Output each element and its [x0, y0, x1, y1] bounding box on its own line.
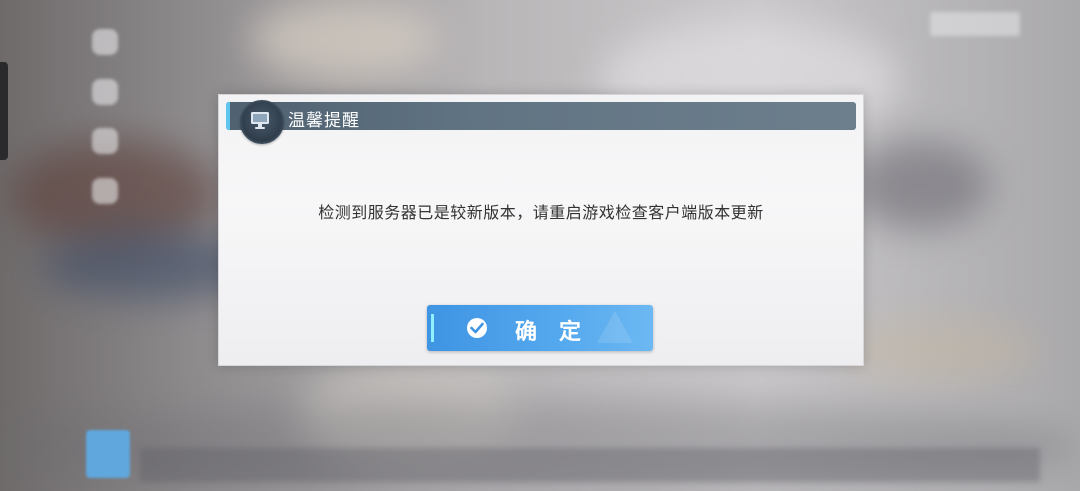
background-blur	[850, 140, 990, 230]
background-blur	[840, 320, 1040, 380]
top-right-logo	[930, 12, 1020, 36]
side-menu-icon	[92, 79, 118, 105]
side-menu-icon	[92, 29, 118, 55]
confirm-label: 确定	[515, 319, 604, 345]
monitor-icon	[240, 100, 284, 144]
side-menu-icon	[92, 178, 118, 204]
dialog-titlebar: 温馨提醒	[226, 100, 856, 144]
confirm-button[interactable]: 确定	[427, 305, 653, 351]
bottom-bar	[140, 448, 1040, 482]
bottom-menu-button	[86, 430, 130, 478]
side-drawer-handle	[0, 62, 8, 160]
check-circle-icon	[467, 318, 487, 338]
titlebar-accent	[226, 102, 230, 130]
side-menu-icon	[92, 128, 118, 154]
notice-dialog: 温馨提醒 检测到服务器已是较新版本，请重启游戏检查客户端版本更新 确定	[218, 94, 864, 366]
background-blur	[250, 0, 440, 80]
dialog-title: 温馨提醒	[288, 111, 360, 131]
dialog-message: 检测到服务器已是较新版本，请重启游戏检查客户端版本更新	[318, 203, 764, 222]
button-accent	[431, 314, 434, 342]
